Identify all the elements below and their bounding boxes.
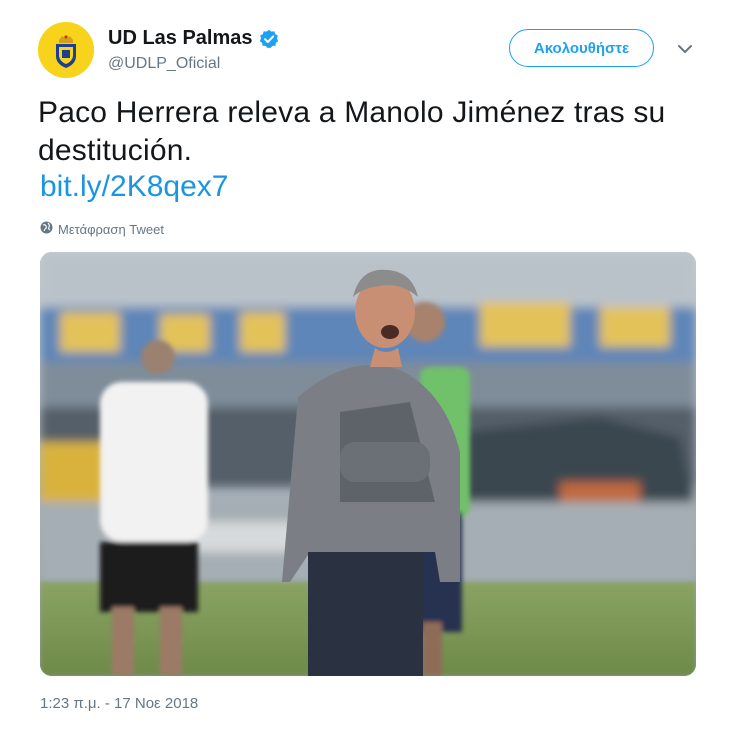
tweet-link[interactable]: bit.ly/2K8qex7 [40,170,228,204]
chevron-down-icon[interactable] [676,40,694,58]
tweet-timestamp[interactable]: 1:23 π.μ. - 17 Νοε 2018 [40,695,198,712]
tweet-photo[interactable] [40,252,696,676]
account-name[interactable]: UD Las Palmas [108,27,253,50]
globe-icon [40,221,58,237]
translate-label: Μετάφραση Tweet [58,221,164,237]
account-name-row: UD Las Palmas [108,27,279,50]
follow-button[interactable]: Ακολουθήστε [509,29,654,67]
avatar[interactable] [38,22,94,78]
account-handle[interactable]: @UDLP_Oficial [108,55,220,73]
tweet-text: Paco Herrera releva a Manolo Jiménez tra… [38,96,666,167]
translate-tweet[interactable]: Μετάφραση Tweet [40,221,164,237]
tweet-card: UD Las Palmas @UDLP_Oficial Ακολουθήστε … [0,0,735,729]
verified-badge-icon [259,29,279,49]
